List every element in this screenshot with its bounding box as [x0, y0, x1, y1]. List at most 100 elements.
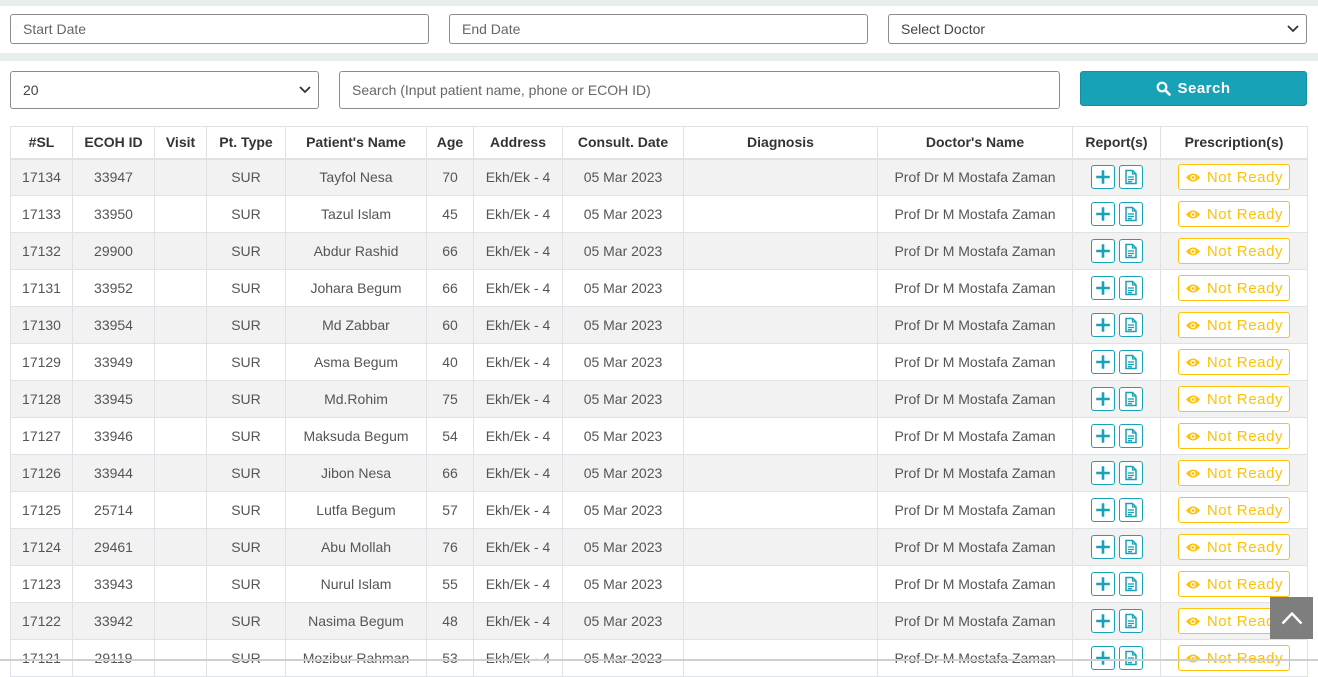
view-report-button[interactable] — [1118, 646, 1143, 670]
eye-icon — [1185, 506, 1200, 514]
cell-pt-type: SUR — [206, 528, 286, 566]
cell-address: Ekh/Ek - 4 — [473, 639, 563, 677]
view-report-button[interactable] — [1118, 239, 1143, 263]
search-icon — [1157, 81, 1172, 96]
view-report-button[interactable] — [1118, 572, 1143, 596]
page-size-select[interactable]: 20 — [10, 71, 319, 109]
prescription-not-ready-button[interactable]: Not Ready — [1177, 164, 1291, 191]
search-button[interactable]: Search — [1080, 71, 1307, 106]
doctor-select[interactable]: Select Doctor — [888, 14, 1307, 44]
view-report-button[interactable] — [1118, 165, 1143, 190]
view-report-button[interactable] — [1118, 461, 1143, 485]
add-report-button[interactable] — [1090, 165, 1115, 190]
prescription-not-ready-button[interactable]: Not Ready — [1177, 534, 1291, 560]
add-report-button[interactable] — [1090, 498, 1115, 522]
cell-consult-date: 05 Mar 2023 — [562, 269, 684, 307]
cell-address: Ekh/Ek - 4 — [473, 232, 563, 270]
add-report-button[interactable] — [1090, 609, 1115, 633]
prescription-not-ready-button[interactable]: Not Ready — [1177, 238, 1291, 264]
view-report-button[interactable] — [1118, 350, 1143, 374]
cell-patient-name: Abdur Rashid — [285, 232, 427, 270]
add-report-button[interactable] — [1090, 424, 1115, 448]
not-ready-label: Not Ready — [1206, 205, 1284, 223]
cell-patient-name: Mozibur Rahman — [285, 639, 427, 677]
add-report-button[interactable] — [1090, 239, 1115, 263]
prescription-not-ready-button[interactable]: Not Ready — [1177, 497, 1291, 523]
cell-ecoh-id: 25714 — [72, 491, 155, 529]
search-input[interactable]: Search (Input patient name, phone or ECO… — [339, 71, 1060, 109]
add-report-button[interactable] — [1090, 313, 1115, 337]
view-report-button[interactable] — [1118, 609, 1143, 633]
prescription-not-ready-button[interactable]: Not Ready — [1177, 460, 1291, 486]
cell-reports — [1072, 491, 1161, 529]
cell-ecoh-id: 33952 — [72, 269, 155, 307]
add-report-button[interactable] — [1090, 387, 1115, 411]
view-report-button[interactable] — [1118, 202, 1143, 226]
not-ready-label: Not Ready — [1206, 501, 1284, 519]
plus-icon — [1095, 392, 1110, 406]
prescription-not-ready-button[interactable]: Not Ready — [1177, 201, 1291, 227]
cell-patient-name: Asma Begum — [285, 343, 427, 381]
view-report-button[interactable] — [1118, 387, 1143, 411]
prescription-not-ready-button[interactable]: Not Ready — [1177, 275, 1291, 301]
add-report-button[interactable] — [1090, 350, 1115, 374]
plus-icon — [1095, 540, 1110, 554]
prescription-not-ready-button[interactable]: Not Ready — [1177, 349, 1291, 375]
view-report-button[interactable] — [1118, 424, 1143, 448]
cell-pt-type: SUR — [206, 602, 286, 640]
cell-address: Ekh/Ek - 4 — [473, 306, 563, 344]
cell-age: 54 — [426, 417, 474, 455]
cell-ecoh-id: 33942 — [72, 602, 155, 640]
prescription-not-ready-button[interactable]: Not Ready — [1177, 423, 1291, 449]
cell-prescriptions: Not Ready — [1160, 417, 1308, 455]
view-report-button[interactable] — [1118, 498, 1143, 522]
prescription-not-ready-button[interactable]: Not Ready — [1177, 312, 1291, 338]
add-report-button[interactable] — [1090, 461, 1115, 485]
cell-pt-type: SUR — [206, 417, 286, 455]
cell-consult-date: 05 Mar 2023 — [562, 454, 684, 492]
cell-visit — [154, 528, 207, 566]
cell-consult-date: 05 Mar 2023 — [562, 195, 684, 233]
add-report-button[interactable] — [1090, 202, 1115, 226]
cell-patient-name: Tazul Islam — [285, 195, 427, 233]
cell-age: 66 — [426, 454, 474, 492]
view-report-button[interactable] — [1118, 276, 1143, 300]
cell-doctor-name: Prof Dr M Mostafa Zaman — [877, 306, 1073, 344]
cell-age: 66 — [426, 232, 474, 270]
add-report-button[interactable] — [1090, 535, 1115, 559]
cell-age: 60 — [426, 306, 474, 344]
plus-icon — [1095, 503, 1110, 517]
plus-icon — [1095, 651, 1110, 665]
prescription-not-ready-button[interactable]: Not Ready — [1177, 645, 1291, 671]
cell-sl: 17129 — [10, 343, 73, 381]
table-row: 17133 33950 SUR Tazul Islam 45 Ekh/Ek - 4 05 M… — [10, 195, 1308, 233]
cell-pt-type: SUR — [206, 454, 286, 492]
table-row: 17134 33947 SUR Tayfol Nesa 70 Ekh/Ek - 4 05 M… — [10, 158, 1308, 196]
add-report-button[interactable] — [1090, 276, 1115, 300]
view-report-button[interactable] — [1118, 535, 1143, 559]
view-report-button[interactable] — [1118, 313, 1143, 337]
cell-visit — [154, 639, 207, 677]
prescription-not-ready-button[interactable]: Not Ready — [1177, 386, 1291, 412]
start-date-input[interactable]: Start Date — [10, 14, 429, 44]
cell-address: Ekh/Ek - 4 — [473, 343, 563, 381]
cell-reports — [1072, 343, 1161, 381]
file-icon — [1124, 206, 1137, 222]
cell-sl: 17122 — [10, 602, 73, 640]
table-row: 17122 33942 SUR Nasima Begum 48 Ekh/Ek - 4 05 … — [10, 602, 1308, 640]
end-date-input[interactable]: End Date — [449, 14, 868, 44]
cell-prescriptions: Not Ready — [1160, 454, 1308, 492]
cell-prescriptions: Not Ready — [1160, 528, 1308, 566]
plus-icon — [1095, 577, 1110, 591]
add-report-button[interactable] — [1090, 646, 1115, 670]
cell-age: 75 — [426, 380, 474, 418]
prescription-not-ready-button[interactable]: Not Ready — [1177, 571, 1291, 597]
cell-diagnosis — [683, 417, 878, 455]
table-row: 17128 33945 SUR Md.Rohim 75 Ekh/Ek - 4 05 Mar … — [10, 380, 1308, 418]
add-report-button[interactable] — [1090, 572, 1115, 596]
cell-sl: 17134 — [10, 158, 73, 196]
scroll-to-top-button[interactable] — [1270, 597, 1313, 639]
cell-pt-type: SUR — [206, 269, 286, 307]
search-button-label: Search — [1177, 80, 1231, 97]
cell-patient-name: Jibon Nesa — [285, 454, 427, 492]
